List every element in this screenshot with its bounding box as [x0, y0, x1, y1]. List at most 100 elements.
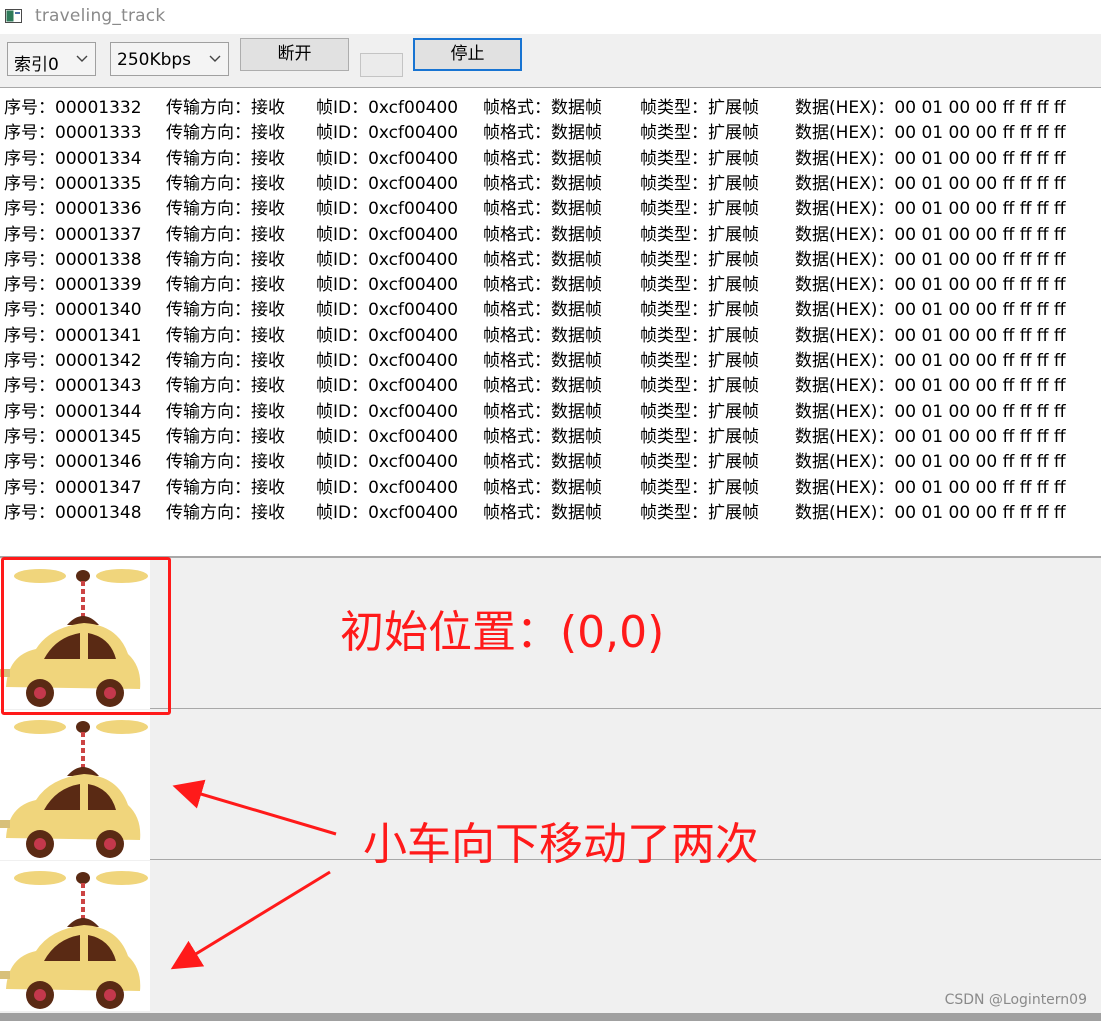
log-field-direction: 传输方向：接收 [166, 199, 285, 220]
chevron-down-icon [209, 55, 221, 62]
log-field-direction: 传输方向：接收 [166, 300, 285, 321]
log-field-direction: 传输方向：接收 [166, 325, 285, 346]
log-row[interactable]: 序号：00001346 传输方向：接收 帧ID：0xcf00400 帧格式：数据帧 帧类… [0, 447, 1101, 472]
log-row[interactable]: 序号：00001332 传输方向：接收 帧ID：0xcf00400 帧格式：数据帧 帧类… [0, 93, 1101, 118]
log-row[interactable]: 序号：00001335 传输方向：接收 帧ID：0xcf00400 帧格式：数据帧 帧类… [0, 169, 1101, 194]
log-field-data-hex: 数据(HEX)：00 01 00 00 ff ff ff ff [795, 199, 1066, 220]
log-field-seq: 序号：00001340 [4, 300, 142, 321]
log-row[interactable]: 序号：00001342 传输方向：接收 帧ID：0xcf00400 帧格式：数据帧 帧类… [0, 346, 1101, 371]
log-field-frame-type: 帧类型：扩展帧 [640, 249, 759, 270]
log-field-frame-type: 帧类型：扩展帧 [640, 502, 759, 523]
log-field-frame-type: 帧类型：扩展帧 [640, 98, 759, 118]
log-row[interactable]: 序号：00001333 传输方向：接收 帧ID：0xcf00400 帧格式：数据帧 帧类… [0, 118, 1101, 143]
log-field-data-hex: 数据(HEX)：00 01 00 00 ff ff ff ff [795, 376, 1066, 397]
log-field-data-hex: 数据(HEX)：00 01 00 00 ff ff ff ff [795, 249, 1066, 270]
log-row[interactable]: 序号：00001337 传输方向：接收 帧ID：0xcf00400 帧格式：数据帧 帧类… [0, 220, 1101, 245]
log-field-frame-type: 帧类型：扩展帧 [640, 477, 759, 498]
log-field-frame-format: 帧格式：数据帧 [483, 173, 602, 194]
log-field-frame-id: 帧ID：0xcf00400 [316, 325, 459, 346]
log-row[interactable]: 序号：00001336 传输方向：接收 帧ID：0xcf00400 帧格式：数据帧 帧类… [0, 194, 1101, 219]
can-message-log[interactable]: 序号：00001332 传输方向：接收 帧ID：0xcf00400 帧格式：数据帧 帧类… [0, 87, 1101, 558]
title-bar: traveling_track [0, 0, 1101, 34]
log-field-frame-format: 帧格式：数据帧 [483, 249, 602, 270]
helicopter-car-icon [0, 710, 150, 860]
log-field-seq: 序号：00001344 [4, 401, 142, 422]
log-field-data-hex: 数据(HEX)：00 01 00 00 ff ff ff ff [795, 173, 1066, 194]
chevron-down-icon [76, 55, 88, 62]
log-field-direction: 传输方向：接收 [166, 452, 285, 473]
log-field-data-hex: 数据(HEX)：00 01 00 00 ff ff ff ff [795, 98, 1066, 118]
log-field-frame-id: 帧ID：0xcf00400 [316, 173, 459, 194]
bottom-scrollbar[interactable] [0, 1013, 1101, 1021]
device-index-select[interactable]: 索引0 [7, 42, 96, 76]
log-field-frame-id: 帧ID：0xcf00400 [316, 148, 459, 169]
log-field-frame-type: 帧类型：扩展帧 [640, 452, 759, 473]
log-field-seq: 序号：00001336 [4, 199, 142, 220]
log-field-direction: 传输方向：接收 [166, 249, 285, 270]
log-row[interactable]: 序号：00001348 传输方向：接收 帧ID：0xcf00400 帧格式：数据帧 帧类… [0, 498, 1101, 523]
log-field-seq: 序号：00001339 [4, 275, 142, 296]
log-field-data-hex: 数据(HEX)：00 01 00 00 ff ff ff ff [795, 224, 1066, 245]
log-field-frame-type: 帧类型：扩展帧 [640, 401, 759, 422]
log-field-frame-id: 帧ID：0xcf00400 [316, 502, 459, 523]
device-index-value: 索引0 [14, 55, 59, 75]
log-row[interactable]: 序号：00001340 传输方向：接收 帧ID：0xcf00400 帧格式：数据帧 帧类… [0, 295, 1101, 320]
stop-button[interactable]: 停止 [413, 38, 522, 71]
log-field-direction: 传输方向：接收 [166, 351, 285, 371]
log-field-frame-type: 帧类型：扩展帧 [640, 148, 759, 169]
log-field-frame-type: 帧类型：扩展帧 [640, 426, 759, 447]
log-field-frame-type: 帧类型：扩展帧 [640, 275, 759, 296]
log-row[interactable]: 序号：00001334 传输方向：接收 帧ID：0xcf00400 帧格式：数据帧 帧类… [0, 144, 1101, 169]
log-row[interactable]: 序号：00001339 传输方向：接收 帧ID：0xcf00400 帧格式：数据帧 帧类… [0, 270, 1101, 295]
log-row[interactable]: 序号：00001338 传输方向：接收 帧ID：0xcf00400 帧格式：数据帧 帧类… [0, 245, 1101, 270]
log-row[interactable]: 序号：00001341 传输方向：接收 帧ID：0xcf00400 帧格式：数据帧 帧类… [0, 321, 1101, 346]
log-field-frame-type: 帧类型：扩展帧 [640, 224, 759, 245]
log-field-frame-id: 帧ID：0xcf00400 [316, 477, 459, 498]
log-field-direction: 传输方向：接收 [166, 426, 285, 447]
log-field-data-hex: 数据(HEX)：00 01 00 00 ff ff ff ff [795, 426, 1066, 447]
log-field-seq: 序号：00001348 [4, 502, 142, 523]
log-field-data-hex: 数据(HEX)：00 01 00 00 ff ff ff ff [795, 477, 1066, 498]
app-window: traveling_track 索引0 250Kbps 断开 停止 序号：000… [0, 0, 1101, 1021]
log-field-seq: 序号：00001342 [4, 351, 142, 371]
baud-rate-select[interactable]: 250Kbps [110, 42, 229, 76]
disconnect-button[interactable]: 断开 [240, 38, 349, 71]
log-field-frame-format: 帧格式：数据帧 [483, 300, 602, 321]
log-field-seq: 序号：00001332 [4, 98, 142, 118]
log-field-frame-format: 帧格式：数据帧 [483, 123, 602, 144]
log-row[interactable]: 序号：00001347 传输方向：接收 帧ID：0xcf00400 帧格式：数据帧 帧类… [0, 473, 1101, 498]
log-field-direction: 传输方向：接收 [166, 148, 285, 169]
log-field-frame-format: 帧格式：数据帧 [483, 224, 602, 245]
log-field-frame-id: 帧ID：0xcf00400 [316, 426, 459, 447]
window-app-icon [5, 9, 22, 23]
log-row[interactable]: 序号：00001343 传输方向：接收 帧ID：0xcf00400 帧格式：数据帧 帧类… [0, 371, 1101, 396]
log-field-frame-id: 帧ID：0xcf00400 [316, 249, 459, 270]
log-field-frame-format: 帧格式：数据帧 [483, 452, 602, 473]
log-field-data-hex: 数据(HEX)：00 01 00 00 ff ff ff ff [795, 325, 1066, 346]
log-field-frame-type: 帧类型：扩展帧 [640, 173, 759, 194]
log-field-frame-type: 帧类型：扩展帧 [640, 351, 759, 371]
log-field-seq: 序号：00001346 [4, 452, 142, 473]
log-field-frame-id: 帧ID：0xcf00400 [316, 351, 459, 371]
log-field-frame-id: 帧ID：0xcf00400 [316, 376, 459, 397]
log-field-data-hex: 数据(HEX)：00 01 00 00 ff ff ff ff [795, 401, 1066, 422]
log-field-frame-format: 帧格式：数据帧 [483, 275, 602, 296]
log-field-seq: 序号：00001347 [4, 477, 142, 498]
log-row[interactable]: 序号：00001344 传输方向：接收 帧ID：0xcf00400 帧格式：数据帧 帧类… [0, 397, 1101, 422]
log-field-frame-id: 帧ID：0xcf00400 [316, 401, 459, 422]
toolbar: 索引0 250Kbps 断开 停止 [0, 34, 1101, 86]
log-field-seq: 序号：00001338 [4, 249, 142, 270]
log-field-frame-type: 帧类型：扩展帧 [640, 325, 759, 346]
log-field-seq: 序号：00001337 [4, 224, 142, 245]
log-field-frame-format: 帧格式：数据帧 [483, 98, 602, 118]
log-field-frame-id: 帧ID：0xcf00400 [316, 275, 459, 296]
log-field-frame-format: 帧格式：数据帧 [483, 376, 602, 397]
log-field-seq: 序号：00001334 [4, 148, 142, 169]
log-field-frame-type: 帧类型：扩展帧 [640, 376, 759, 397]
baud-rate-value: 250Kbps [117, 50, 192, 70]
log-field-frame-format: 帧格式：数据帧 [483, 351, 602, 371]
log-field-direction: 传输方向：接收 [166, 173, 285, 194]
log-row[interactable]: 序号：00001345 传输方向：接收 帧ID：0xcf00400 帧格式：数据帧 帧类… [0, 422, 1101, 447]
log-field-frame-id: 帧ID：0xcf00400 [316, 123, 459, 144]
log-field-frame-id: 帧ID：0xcf00400 [316, 224, 459, 245]
